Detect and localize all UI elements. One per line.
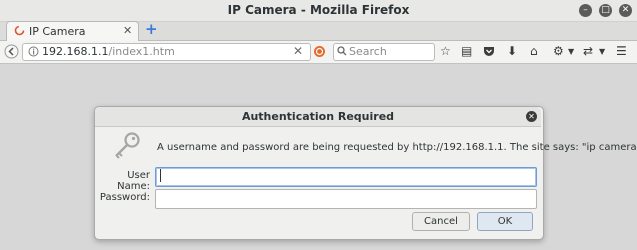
ok-button[interactable]: OK [477, 212, 533, 231]
password-field[interactable] [155, 189, 537, 209]
dialog-close-icon[interactable]: ✕ [526, 111, 537, 122]
url-text[interactable]: 192.168.1.1/index1.htm [42, 45, 175, 58]
window-title: IP Camera - Mozilla Firefox [227, 3, 410, 17]
settings-dropdown-icon[interactable]: ▼ [568, 47, 574, 56]
key-icon [115, 132, 140, 159]
minimize-icon[interactable]: – [579, 4, 592, 17]
username-field[interactable] [155, 167, 537, 187]
url-path: /index1.htm [108, 45, 175, 58]
addon-icon[interactable] [313, 45, 326, 58]
menu-icon[interactable]: ☰ [616, 44, 627, 58]
reading-list-icon[interactable]: ▤ [461, 44, 472, 58]
extensions-icon[interactable]: ⇄ [583, 44, 593, 58]
reload-icon[interactable]: ✕ [293, 44, 303, 58]
tab-close-icon[interactable]: ✕ [123, 24, 132, 37]
extensions-dropdown-icon[interactable]: ▼ [599, 47, 605, 56]
back-icon[interactable] [4, 44, 19, 59]
pocket-icon[interactable] [483, 45, 495, 57]
close-icon[interactable]: ✕ [619, 4, 632, 17]
password-label: Password: [99, 192, 150, 203]
maximize-icon[interactable]: □ [599, 4, 612, 17]
info-icon[interactable] [28, 46, 39, 57]
username-label: User Name: [117, 170, 150, 192]
search-input[interactable]: Search [349, 45, 387, 58]
home-icon[interactable]: ⌂ [530, 44, 538, 58]
dialog-title: Authentication Required [241, 110, 395, 123]
loading-icon [14, 25, 25, 36]
new-tab-icon[interactable]: + [145, 22, 158, 37]
url-host: 192.168.1.1 [42, 45, 109, 58]
tab-label: IP Camera [29, 25, 86, 38]
cancel-button[interactable]: Cancel [412, 212, 470, 231]
dialog-message: A username and password are being reques… [157, 142, 637, 153]
settings-icon[interactable]: ⚙ [553, 44, 564, 58]
text-caret [160, 169, 161, 182]
star-icon[interactable]: ☆ [440, 44, 451, 58]
download-icon[interactable]: ⬇ [507, 44, 517, 58]
search-icon [337, 46, 347, 56]
